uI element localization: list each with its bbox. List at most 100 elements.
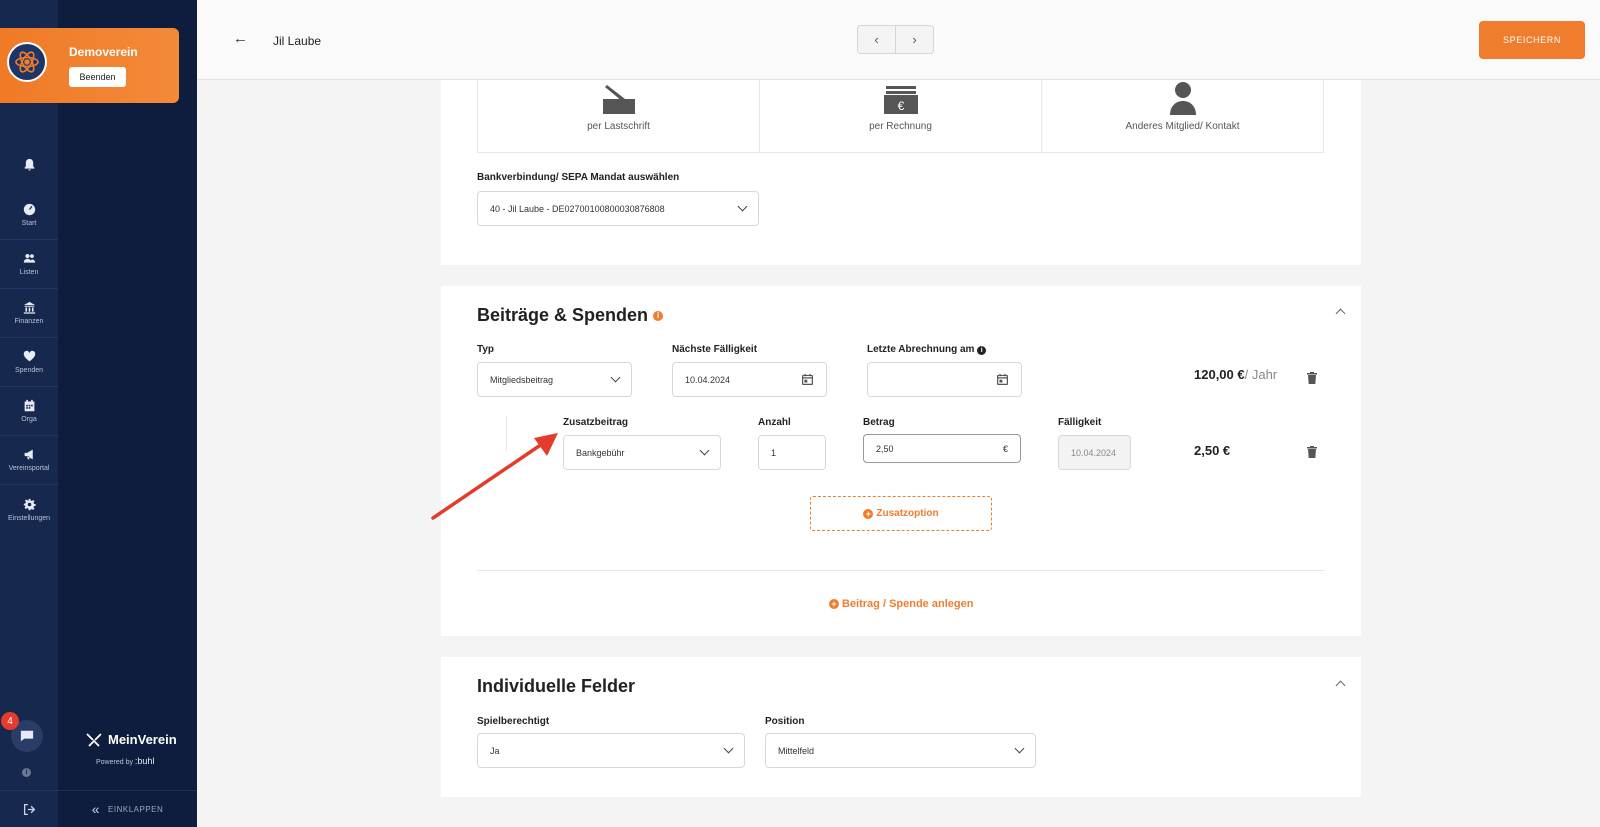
signature-icon <box>602 85 635 114</box>
next-due-label: Nächste Fälligkeit <box>672 344 758 355</box>
contribution-amount-value: 120,00 € <box>1194 367 1245 382</box>
chat-badge: 4 <box>1 712 19 730</box>
extra-contribution-value: Bankgebühr <box>576 447 625 458</box>
bell-icon <box>24 158 34 171</box>
atom-logo-icon[interactable] <box>7 42 47 82</box>
extra-contribution-select[interactable]: Bankgebühr <box>563 435 721 470</box>
nav-start[interactable]: Start <box>0 191 58 240</box>
payment-option-other-member[interactable]: Anderes Mitglied/ Kontakt <box>1042 80 1323 152</box>
donation-icon <box>23 350 35 362</box>
add-option-button[interactable]: + Zusatzoption <box>810 496 992 531</box>
page-title: Jil Laube <box>273 34 322 48</box>
extra-amount: 2,50 € <box>1194 443 1231 458</box>
payment-option-label: per Lastschrift <box>587 121 650 132</box>
field2-label: Position <box>765 716 805 727</box>
nav-label: Spenden <box>14 367 44 374</box>
nav-spenden[interactable]: Spenden <box>0 338 58 387</box>
trash-icon[interactable] <box>1307 446 1317 458</box>
last-billing-date-input[interactable] <box>867 362 1022 397</box>
contributions-title-text: Beiträge & Spenden <box>477 305 649 325</box>
bank-account-select[interactable]: 40 - Jil Laube - DE02700100800030876808 <box>477 191 759 226</box>
brand-name: MeinVerein <box>108 731 177 747</box>
amount-label: Betrag <box>863 417 895 428</box>
back-arrow-icon[interactable]: ← <box>233 30 248 47</box>
next-record-button[interactable]: › <box>896 26 933 53</box>
org-card: Demoverein Beenden <box>0 28 179 103</box>
last-billing-label: Letzte Abrechnung am i <box>867 344 987 355</box>
save-button[interactable]: SPEICHERN <box>1479 21 1585 59</box>
info-icon[interactable]: i <box>977 346 987 355</box>
nav-notifications[interactable] <box>0 140 58 189</box>
count-label: Anzahl <box>758 417 791 428</box>
field1-select[interactable]: Ja <box>477 733 745 768</box>
due-value: 10.04.2024 <box>1071 447 1117 458</box>
double-chevron-left-icon: « <box>91 801 101 817</box>
last-billing-label-text: Letzte Abrechnung am <box>867 344 975 355</box>
end-session-button[interactable]: Beenden <box>69 67 126 87</box>
type-select[interactable]: Mitgliedsbeitrag <box>477 362 632 397</box>
amount-value: 2,50 <box>876 443 894 454</box>
nav-label: Listen <box>19 269 39 276</box>
nav-label: Orga <box>21 416 37 423</box>
record-pager: ‹ › <box>857 25 934 54</box>
add-contribution-label: Beitrag / Spende anlegen <box>842 598 974 610</box>
add-contribution-button[interactable]: + Beitrag / Spende anlegen <box>829 598 973 610</box>
chat-icon <box>20 730 34 742</box>
field2-value: Mittelfeld <box>778 745 815 756</box>
chevron-down-icon <box>737 201 748 212</box>
collapse-sidebar-button[interactable]: « EINKLAPPEN <box>58 790 197 827</box>
payment-option-label: Anderes Mitglied/ Kontakt <box>1125 121 1240 132</box>
org-name: Demoverein <box>69 45 138 59</box>
collapse-label: EINKLAPPEN <box>108 804 164 814</box>
chevron-down-icon <box>723 743 734 754</box>
nav-finanzen[interactable]: Finanzen <box>0 289 58 338</box>
count-input[interactable]: 1 <box>758 435 826 470</box>
info-icon[interactable]: i <box>653 311 664 322</box>
contribution-period: / Jahr <box>1244 367 1278 382</box>
nav-orga[interactable]: Orga <box>0 387 58 436</box>
bank-account-value: 40 - Jil Laube - DE02700100800030876808 <box>490 203 665 214</box>
info-icon[interactable]: i <box>22 768 31 777</box>
amount-input[interactable]: 2,50 € <box>863 434 1021 463</box>
brand-logo: MeinVerein <box>85 730 177 748</box>
calendar-icon[interactable] <box>801 373 814 386</box>
nav-label: Einstellungen <box>7 514 51 522</box>
sidebar-panel <box>58 0 197 827</box>
users-icon <box>23 253 35 263</box>
nav-listen[interactable]: Listen <box>0 240 58 289</box>
next-due-value: 10.04.2024 <box>685 374 731 385</box>
nav-vereinsportal[interactable]: Vereinsportal <box>0 436 58 485</box>
chevron-down-icon <box>610 372 621 383</box>
payment-option-invoice[interactable]: € per Rechnung <box>760 80 1042 152</box>
logout-button[interactable] <box>0 790 58 827</box>
megaphone-icon <box>24 449 33 460</box>
annotation-arrow-icon <box>431 433 558 520</box>
person-icon <box>1169 82 1196 115</box>
bank-account-label: Bankverbindung/ SEPA Mandat auswählen <box>477 172 680 183</box>
calendar-icon <box>24 399 34 412</box>
trash-icon[interactable] <box>1307 372 1317 384</box>
payment-option-direct-debit[interactable]: per Lastschrift <box>478 80 760 152</box>
add-option-label: Zusatzoption <box>876 508 939 519</box>
svg-text:€: € <box>897 99 904 113</box>
nav-einstellungen[interactable]: Einstellungen <box>0 485 58 534</box>
invoice-icon: € <box>883 86 918 114</box>
next-due-date-input[interactable]: 10.04.2024 <box>672 362 827 397</box>
previous-record-button[interactable]: ‹ <box>858 26 896 53</box>
plus-circle-icon: + <box>829 599 839 609</box>
calendar-icon[interactable] <box>996 373 1009 386</box>
logout-icon <box>23 803 35 815</box>
type-value: Mitgliedsbeitrag <box>490 374 554 385</box>
contributions-title: Beiträge & Spenden i <box>477 305 664 326</box>
nav-label: Finanzen <box>14 318 44 325</box>
count-value: 1 <box>771 447 777 458</box>
currency-symbol: € <box>1002 443 1008 454</box>
contribution-amount: 120,00 €/ Jahr <box>1194 367 1277 382</box>
powered-by: Powered by :buhl <box>96 756 154 766</box>
chevron-left-icon: ‹ <box>874 32 879 47</box>
type-label: Typ <box>477 344 495 355</box>
due-label: Fälligkeit <box>1058 417 1102 428</box>
field2-select[interactable]: Mittelfeld <box>765 733 1036 768</box>
powered-by-brand: :buhl <box>134 756 155 766</box>
payment-options: per Lastschrift € per Rechnung Anderes M… <box>477 80 1324 153</box>
